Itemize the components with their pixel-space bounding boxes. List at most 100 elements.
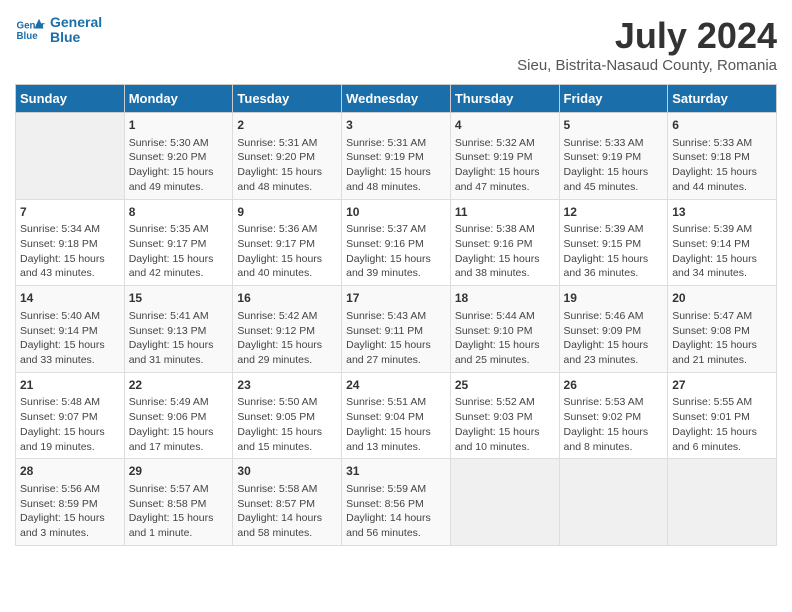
cell-info: Sunrise: 5:39 AM	[672, 222, 772, 237]
day-number: 3	[346, 117, 446, 134]
calendar-cell: 4Sunrise: 5:32 AMSunset: 9:19 PMDaylight…	[450, 113, 559, 200]
calendar-cell: 22Sunrise: 5:49 AMSunset: 9:06 PMDayligh…	[124, 372, 233, 459]
cell-info: Sunrise: 5:42 AM	[237, 309, 337, 324]
cell-info: Daylight: 15 hours	[237, 165, 337, 180]
calendar-cell: 6 Sunrise: 5:33 AMSunset: 9:18 PMDaylight…	[668, 113, 777, 200]
day-number: 14	[20, 290, 120, 307]
cell-info: and 8 minutes.	[564, 440, 664, 455]
cell-info: Daylight: 15 hours	[672, 425, 772, 440]
cell-info: Sunrise: 5:52 AM	[455, 395, 555, 410]
calendar-table: SundayMondayTuesdayWednesdayThursdayFrid…	[15, 84, 777, 546]
cell-info: Daylight: 15 hours	[564, 165, 664, 180]
cell-info: Daylight: 15 hours	[564, 252, 664, 267]
cell-info: Sunset: 9:14 PM	[20, 324, 120, 339]
day-number: 26	[564, 377, 664, 394]
cell-info: and 33 minutes.	[20, 353, 120, 368]
calendar-cell: 15Sunrise: 5:41 AMSunset: 9:13 PMDayligh…	[124, 286, 233, 373]
calendar-cell	[668, 459, 777, 546]
calendar-cell: 27Sunrise: 5:55 AMSunset: 9:01 PMDayligh…	[668, 372, 777, 459]
cell-info: Sunset: 8:59 PM	[20, 497, 120, 512]
calendar-cell: 13Sunrise: 5:39 AMSunset: 9:14 PMDayligh…	[668, 199, 777, 286]
cell-info: Sunrise: 5:47 AM	[672, 309, 772, 324]
day-number: 8	[129, 204, 229, 221]
cell-info: Daylight: 15 hours	[20, 338, 120, 353]
calendar-week-5: 28Sunrise: 5:56 AMSunset: 8:59 PMDayligh…	[16, 459, 777, 546]
cell-info: and 48 minutes.	[237, 180, 337, 195]
cell-info: and 17 minutes.	[129, 440, 229, 455]
day-number: 4	[455, 117, 555, 134]
cell-info: and 34 minutes.	[672, 266, 772, 281]
day-number: 1	[129, 117, 229, 134]
cell-info: and 29 minutes.	[237, 353, 337, 368]
cell-info: and 15 minutes.	[237, 440, 337, 455]
cell-info: Daylight: 15 hours	[672, 338, 772, 353]
calendar-cell	[16, 113, 125, 200]
cell-info: Daylight: 15 hours	[455, 252, 555, 267]
cell-info: and 40 minutes.	[237, 266, 337, 281]
cell-info: and 38 minutes.	[455, 266, 555, 281]
page-header: General Blue General Blue July 2024 Sieu…	[15, 15, 777, 74]
cell-info: Sunrise: 5:39 AM	[564, 222, 664, 237]
cell-info: Daylight: 15 hours	[346, 165, 446, 180]
cell-info: Sunset: 8:56 PM	[346, 497, 446, 512]
cell-info: Daylight: 15 hours	[346, 338, 446, 353]
cell-info: and 48 minutes.	[346, 180, 446, 195]
calendar-cell: 25Sunrise: 5:52 AMSunset: 9:03 PMDayligh…	[450, 372, 559, 459]
day-number: 20	[672, 290, 772, 307]
calendar-cell: 26Sunrise: 5:53 AMSunset: 9:02 PMDayligh…	[559, 372, 668, 459]
calendar-week-2: 7Sunrise: 5:34 AMSunset: 9:18 PMDaylight…	[16, 199, 777, 286]
cell-info: Sunset: 9:16 PM	[455, 237, 555, 252]
cell-info: Sunrise: 5:30 AM	[129, 136, 229, 151]
day-number: 27	[672, 377, 772, 394]
cell-info: and 1 minute.	[129, 526, 229, 541]
calendar-cell: 20Sunrise: 5:47 AMSunset: 9:08 PMDayligh…	[668, 286, 777, 373]
day-number: 23	[237, 377, 337, 394]
day-number: 21	[20, 377, 120, 394]
calendar-cell: 12Sunrise: 5:39 AMSunset: 9:15 PMDayligh…	[559, 199, 668, 286]
cell-info: Sunset: 9:01 PM	[672, 410, 772, 425]
cell-info: and 39 minutes.	[346, 266, 446, 281]
day-number: 31	[346, 463, 446, 480]
calendar-cell	[450, 459, 559, 546]
day-number: 11	[455, 204, 555, 221]
cell-info: and 47 minutes.	[455, 180, 555, 195]
cell-info: Daylight: 15 hours	[455, 338, 555, 353]
calendar-cell: 9Sunrise: 5:36 AMSunset: 9:17 PMDaylight…	[233, 199, 342, 286]
day-number: 22	[129, 377, 229, 394]
cell-info: and 21 minutes.	[672, 353, 772, 368]
calendar-cell: 14 Sunrise: 5:40 AMSunset: 9:14 PMDayligh…	[16, 286, 125, 373]
cell-info: Sunrise: 5:36 AM	[237, 222, 337, 237]
logo-line1: General	[50, 15, 102, 30]
cell-info: Daylight: 15 hours	[455, 425, 555, 440]
cell-info: Daylight: 15 hours	[672, 165, 772, 180]
cell-info: Sunset: 9:03 PM	[455, 410, 555, 425]
cell-info: Sunset: 9:14 PM	[672, 237, 772, 252]
cell-info: and 42 minutes.	[129, 266, 229, 281]
calendar-title: July 2024	[517, 15, 777, 57]
calendar-cell: 18Sunrise: 5:44 AMSunset: 9:10 PMDayligh…	[450, 286, 559, 373]
cell-info: Sunrise: 5:33 AM	[672, 136, 772, 151]
cell-info: Sunrise: 5:32 AM	[455, 136, 555, 151]
cell-info: Sunrise: 5:58 AM	[237, 482, 337, 497]
calendar-week-3: 14Sunrise: 5:40 AMSunset: 9:14 PMDayligh…	[16, 286, 777, 373]
day-number: 6	[672, 117, 772, 134]
cell-info: Sunset: 9:18 PM	[672, 150, 772, 165]
day-number: 10	[346, 204, 446, 221]
cell-info: Sunrise: 5:53 AM	[564, 395, 664, 410]
cell-info: Sunrise: 5:37 AM	[346, 222, 446, 237]
cell-info: Daylight: 15 hours	[564, 338, 664, 353]
cell-info: and 58 minutes.	[237, 526, 337, 541]
cell-info: and 19 minutes.	[20, 440, 120, 455]
cell-info: Sunrise: 5:40 AM	[20, 309, 120, 324]
cell-info: Sunset: 9:11 PM	[346, 324, 446, 339]
cell-info: Sunrise: 5:33 AM	[564, 136, 664, 151]
cell-info: Daylight: 15 hours	[564, 425, 664, 440]
cell-info: Daylight: 15 hours	[129, 338, 229, 353]
cell-info: Sunset: 9:09 PM	[564, 324, 664, 339]
header-day-wednesday: Wednesday	[342, 85, 451, 113]
cell-info: Daylight: 15 hours	[20, 252, 120, 267]
cell-info: Sunrise: 5:35 AM	[129, 222, 229, 237]
day-number: 9	[237, 204, 337, 221]
cell-info: Sunrise: 5:48 AM	[20, 395, 120, 410]
calendar-cell: 29Sunrise: 5:57 AMSunset: 8:58 PMDayligh…	[124, 459, 233, 546]
